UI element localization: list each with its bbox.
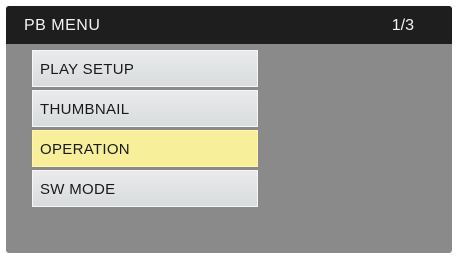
menu-item-operation[interactable]: OPERATION: [32, 130, 258, 167]
menu-item-sw-mode[interactable]: SW MODE: [32, 170, 258, 207]
menu-item-label: OPERATION: [40, 141, 130, 158]
pb-menu-screen: PB MENU 1/3 PLAY SETUP THUMBNAIL OPERATI…: [6, 6, 452, 253]
title-bar: PB MENU 1/3: [6, 6, 452, 44]
menu-item-label: SW MODE: [40, 181, 116, 198]
menu-item-thumbnail[interactable]: THUMBNAIL: [32, 90, 258, 127]
menu-title: PB MENU: [24, 17, 101, 34]
menu-list: PLAY SETUP THUMBNAIL OPERATION SW MODE: [32, 50, 258, 210]
menu-item-play-setup[interactable]: PLAY SETUP: [32, 50, 258, 87]
page-indicator: 1/3: [391, 17, 414, 34]
menu-item-label: THUMBNAIL: [40, 101, 130, 118]
menu-item-label: PLAY SETUP: [40, 61, 135, 78]
